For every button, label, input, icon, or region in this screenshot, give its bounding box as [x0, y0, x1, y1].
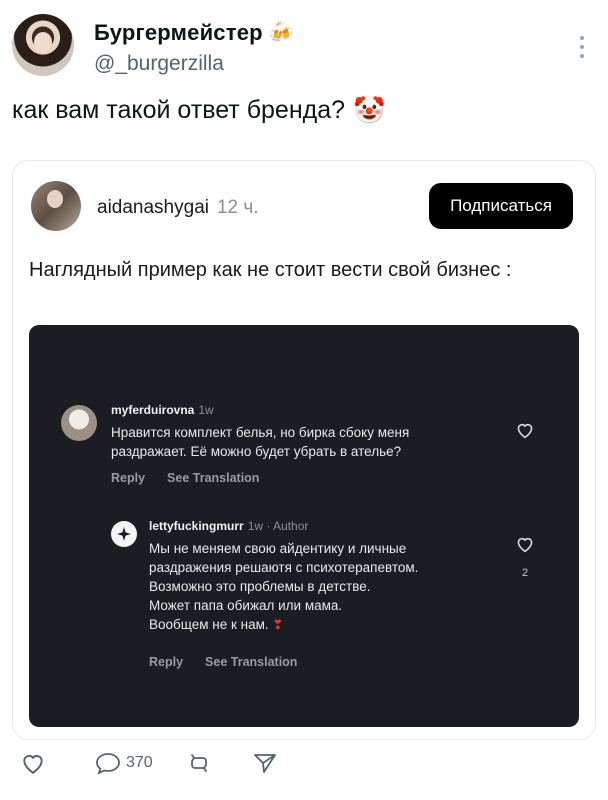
comment1-see-translation: See Translation — [167, 471, 260, 485]
send-paper-plane-icon[interactable] — [252, 751, 278, 775]
comment2-actions: Reply See Translation — [149, 655, 297, 669]
subscribe-button[interactable]: Подписаться — [429, 183, 573, 229]
comment1-reply: Reply — [111, 471, 146, 485]
heart-icon[interactable] — [20, 751, 46, 775]
repost-icon[interactable] — [186, 751, 212, 775]
comment1-line: раздражает. Её можно будет убрать в ател… — [111, 444, 402, 459]
post-header: Бургермейстер 🍻 @_burgerzilla — [12, 12, 596, 82]
post-text-content: как вам такой ответ бренда? — [12, 96, 346, 124]
comment2-meta: 1w · Author — [247, 519, 309, 533]
quoted-timestamp: 12 ч. — [216, 197, 259, 218]
quoted-username[interactable]: aidanashygai — [97, 197, 209, 219]
comment1-line: Нравится комплект белья, но бирка сбоку … — [111, 425, 410, 440]
comment2-line: раздражения решаютя с психотерапевтом. — [149, 560, 419, 575]
comment2-header: lettyfuckingmurr 1w · Author — [149, 519, 308, 533]
comment1-header: myferduirovna 1w — [111, 403, 214, 417]
author-handle[interactable]: @_burgerzilla — [94, 52, 224, 76]
post-text: как вам такой ответ бренда? 🤡 — [12, 94, 385, 126]
quoted-post-card[interactable]: aidanashygai 12 ч. Подписаться Наглядный… — [12, 160, 596, 740]
like-action[interactable] — [20, 751, 94, 775]
comment1-time: 1w — [198, 403, 214, 417]
author-name[interactable]: Бургермейстер — [94, 20, 263, 46]
comment2-username: lettyfuckingmurr — [149, 519, 244, 533]
comment2-see-translation: See Translation — [205, 655, 298, 669]
clown-face-icon: 🤡 — [353, 95, 386, 125]
quoted-author-avatar[interactable] — [31, 181, 81, 231]
comment2-body: Мы не меняем свою айдентику и личные раз… — [149, 539, 418, 634]
comment2-line: Мы не меняем свою айдентику и личные — [149, 541, 407, 556]
comment1-heart-icon — [517, 423, 533, 439]
author-avatar[interactable] — [12, 14, 74, 76]
comment2-line: Возможно это проблемы в детстве. — [149, 579, 371, 594]
share-action[interactable] — [252, 751, 292, 775]
comment2-reply: Reply — [149, 655, 184, 669]
comment1-body: Нравится комплект белья, но бирка сбоку … — [111, 423, 409, 461]
comment2-line: Вообщем не к нам. — [149, 617, 269, 632]
comment1-actions: Reply See Translation — [111, 471, 259, 485]
comment1-username: myferduirovna — [111, 403, 195, 417]
replies-count: 370 — [126, 754, 153, 771]
comment2-line: Может папа обижал или мама. — [149, 598, 343, 613]
comment2-last-line: Вообщем не к нам. ❣ — [149, 615, 418, 634]
comment2-like-count: 2 — [522, 567, 529, 579]
post-action-bar: 370 — [20, 746, 420, 780]
quoted-author-row: aidanashygai 12 ч. — [97, 197, 259, 219]
comment2-heart-icon — [517, 537, 533, 553]
quoted-text: Наглядный пример как не стоит вести свой… — [29, 259, 512, 281]
comments-screenshot: myferduirovna 1w Нравится комплект белья,… — [29, 325, 579, 727]
comment-bubble-icon[interactable] — [94, 751, 122, 775]
red-exclamation-heart-icon: ❣ — [272, 617, 284, 632]
commenter-avatar — [61, 405, 97, 441]
more-vertical-icon[interactable] — [572, 32, 592, 62]
sparkle-logo-icon — [117, 527, 131, 541]
author-name-row[interactable]: Бургермейстер 🍻 — [94, 20, 294, 46]
repost-action[interactable] — [186, 751, 252, 775]
beer-mugs-icon: 🍻 — [268, 22, 294, 44]
author-reply-avatar — [111, 521, 137, 547]
reply-action[interactable]: 370 — [94, 751, 186, 775]
